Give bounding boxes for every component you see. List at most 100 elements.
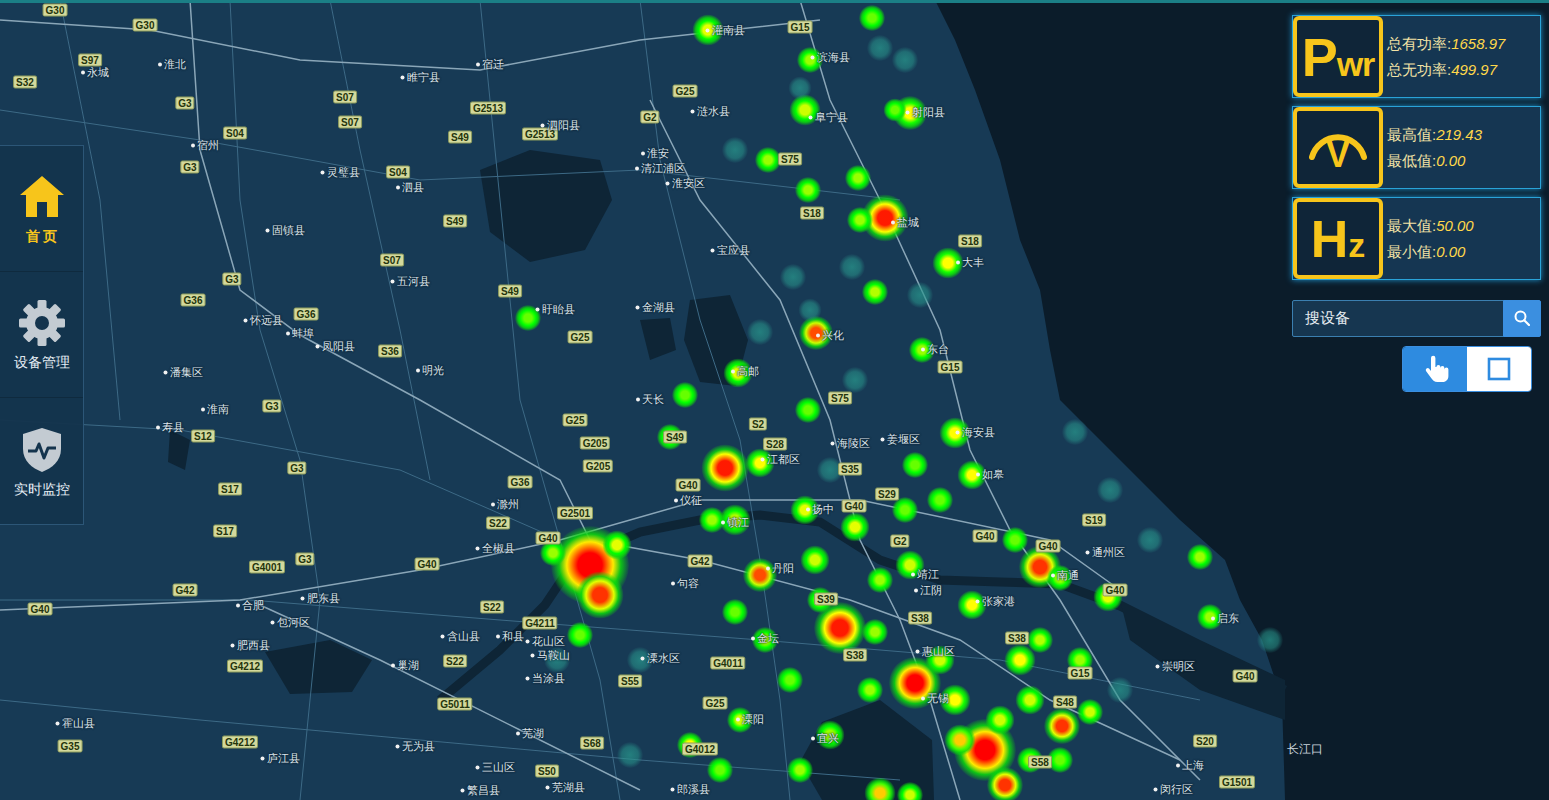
place-label[interactable]: 滁州	[491, 498, 519, 511]
map-stage[interactable]: G30G30S97S32G3S07S07S04G3S49G2513G2513G2…	[0, 0, 1549, 800]
sidebar-item[interactable]: 首 页	[0, 146, 83, 272]
place-label[interactable]: 淮安	[641, 147, 669, 160]
search-input[interactable]	[1292, 300, 1504, 337]
place-label[interactable]: 灌南县	[706, 24, 745, 37]
place-label[interactable]: 盐城	[891, 216, 919, 229]
place-label[interactable]: 清江浦区	[635, 162, 685, 175]
place-label[interactable]: 无锡	[921, 692, 949, 705]
place-label[interactable]: 张家港	[976, 595, 1015, 608]
road-shield: S58	[1028, 756, 1052, 769]
place-label[interactable]: 溧水区	[641, 652, 680, 665]
place-label[interactable]: 怀远县	[244, 314, 283, 327]
place-label[interactable]: 宜兴	[811, 732, 839, 745]
place-name: 睢宁县	[407, 71, 440, 84]
place-label[interactable]: 花山区	[526, 635, 565, 648]
place-label[interactable]: 明光	[416, 364, 444, 377]
place-label[interactable]: 包河区	[271, 616, 310, 629]
pointer-tool-button[interactable]	[1403, 347, 1467, 391]
place-label[interactable]: 肥西县	[231, 639, 270, 652]
place-label[interactable]: 崇明区	[1156, 660, 1195, 673]
place-label[interactable]: 睢宁县	[401, 71, 440, 84]
place-label[interactable]: 镇江	[721, 516, 749, 529]
place-label[interactable]: 溧阳	[736, 713, 764, 726]
place-label[interactable]: 惠山区	[916, 645, 955, 658]
place-label[interactable]: 江阴	[914, 584, 942, 597]
place-label[interactable]: 五河县	[391, 275, 430, 288]
place-label[interactable]: 含山县	[441, 630, 480, 643]
place-label[interactable]: 永城	[81, 66, 109, 79]
place-label[interactable]: 兴化	[816, 329, 844, 342]
place-label[interactable]: 宿迁	[476, 58, 504, 71]
place-label[interactable]: 天长	[636, 393, 664, 406]
place-label[interactable]: 通州区	[1086, 546, 1125, 559]
place-label[interactable]: 阜宁县	[809, 111, 848, 124]
road-shield: G5011	[437, 698, 472, 711]
place-label[interactable]: 合肥	[236, 599, 264, 612]
place-label[interactable]: 江都区	[761, 453, 800, 466]
stat-label: 最小值:	[1387, 243, 1436, 260]
place-label[interactable]: 涟水县	[691, 105, 730, 118]
place-label[interactable]: 如皋	[976, 468, 1004, 481]
place-label[interactable]: 金湖县	[636, 301, 675, 314]
place-label[interactable]: 滨海县	[811, 51, 850, 64]
place-label[interactable]: 海安县	[956, 426, 995, 439]
road-shield: S12	[191, 430, 215, 443]
place-label[interactable]: 盱眙县	[536, 303, 575, 316]
place-label[interactable]: 海陵区	[831, 437, 870, 450]
place-label[interactable]: 芜湖县	[546, 781, 585, 794]
place-dot-icon	[736, 717, 740, 721]
place-label[interactable]: 仪征	[674, 494, 702, 507]
place-label[interactable]: 和县	[496, 630, 524, 643]
place-label[interactable]: 无为县	[396, 740, 435, 753]
sidebar-item[interactable]: 设备管理	[0, 272, 83, 398]
place-label[interactable]: 马鞍山	[531, 649, 570, 662]
heat-spot	[795, 177, 821, 203]
place-label[interactable]: 启东	[1211, 612, 1239, 625]
place-label[interactable]: 当涂县	[526, 672, 565, 685]
place-label[interactable]: 寿县	[156, 421, 184, 434]
place-label[interactable]: 三山区	[476, 761, 515, 774]
place-label[interactable]: 潘集区	[164, 366, 203, 379]
place-label[interactable]: 淮北	[158, 58, 186, 71]
place-label[interactable]: 泗县	[396, 181, 424, 194]
place-label[interactable]: 高邮	[731, 365, 759, 378]
info-panel: Pwr总有功率:1658.97总无功率:499.97V最高值:219.43最低值…	[1292, 15, 1541, 337]
place-dot-icon	[164, 370, 168, 374]
place-label[interactable]: 蚌埠	[286, 327, 314, 340]
place-label[interactable]: 南通	[1051, 569, 1079, 582]
place-label[interactable]: 句容	[671, 577, 699, 590]
sidebar-item[interactable]: 实时监控	[0, 398, 83, 524]
place-label[interactable]: 繁昌县	[461, 784, 500, 797]
place-label[interactable]: 灵璧县	[321, 166, 360, 179]
place-label[interactable]: 宝应县	[711, 244, 750, 257]
place-label[interactable]: 固镇县	[266, 224, 305, 237]
road-shield: S35	[838, 463, 862, 476]
place-dot-icon	[911, 572, 915, 576]
search-button[interactable]	[1503, 300, 1541, 337]
place-label[interactable]: 庐江县	[261, 752, 300, 765]
place-label[interactable]: 射阳县	[906, 106, 945, 119]
place-label[interactable]: 郎溪县	[671, 783, 710, 796]
place-label[interactable]: 肥东县	[301, 592, 340, 605]
place-label[interactable]: 宿州	[191, 139, 219, 152]
place-label[interactable]: 霍山县	[56, 717, 95, 730]
place-label[interactable]: 东台	[921, 343, 949, 356]
box-select-button[interactable]	[1467, 347, 1531, 391]
place-label[interactable]: 芜湖	[516, 727, 544, 740]
place-label[interactable]: 淮南	[201, 403, 229, 416]
place-label[interactable]: 上海	[1176, 759, 1204, 772]
place-label[interactable]: 靖江	[911, 568, 939, 581]
place-label[interactable]: 闵行区	[1154, 783, 1193, 796]
place-label[interactable]: 金坛	[751, 632, 779, 645]
place-label[interactable]: 大丰	[956, 256, 984, 269]
place-label[interactable]: 巢湖	[391, 659, 419, 672]
place-label[interactable]: 扬中	[806, 503, 834, 516]
place-label[interactable]: 淮安区	[666, 177, 705, 190]
place-label[interactable]: 泗阳县	[541, 119, 580, 132]
place-label[interactable]: 丹阳	[766, 562, 794, 575]
place-dot-icon	[674, 498, 678, 502]
place-label[interactable]: 凤阳县	[316, 340, 355, 353]
place-label[interactable]: 姜堰区	[881, 433, 920, 446]
map-tool-toggle	[1402, 346, 1532, 392]
place-label[interactable]: 全椒县	[476, 542, 515, 555]
